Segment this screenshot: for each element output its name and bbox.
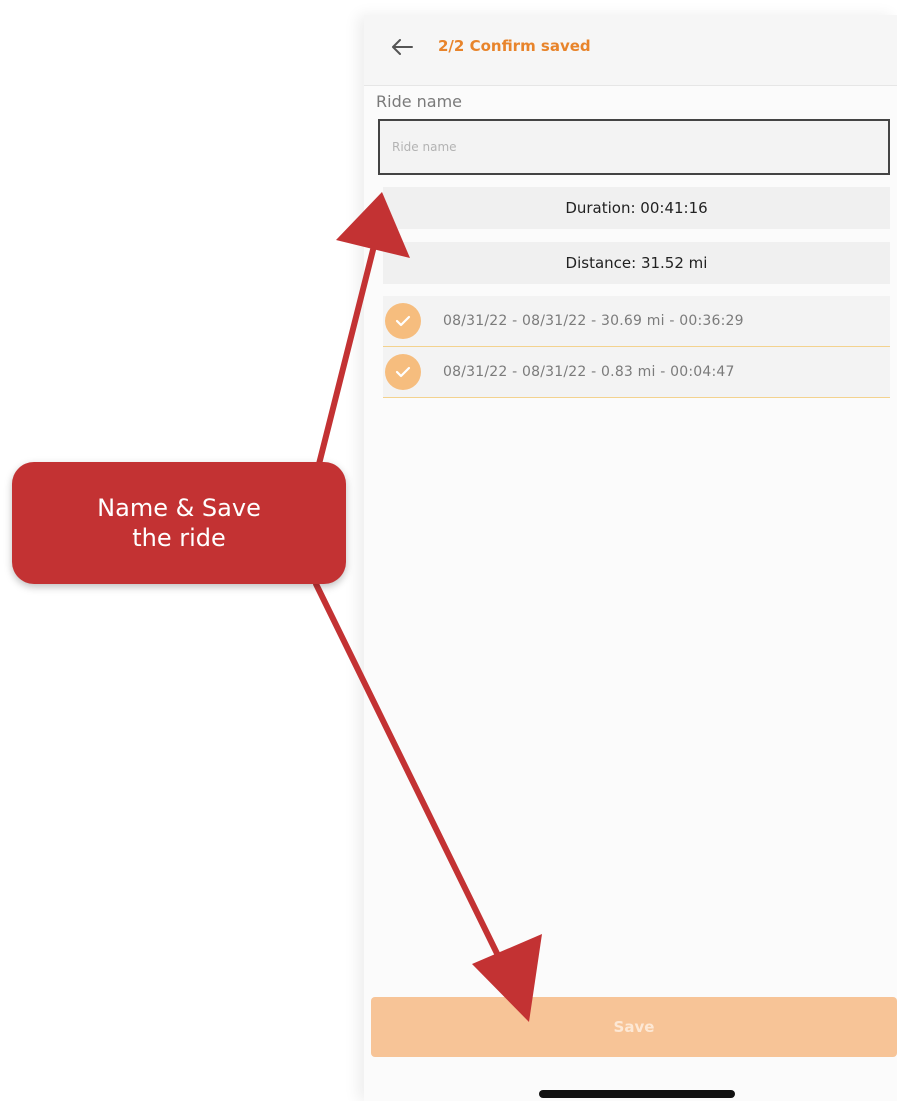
arrowhead-up <box>336 192 410 258</box>
arrowhead-down <box>472 934 542 1022</box>
annotation-callout: Name & Save the ride <box>12 462 346 584</box>
